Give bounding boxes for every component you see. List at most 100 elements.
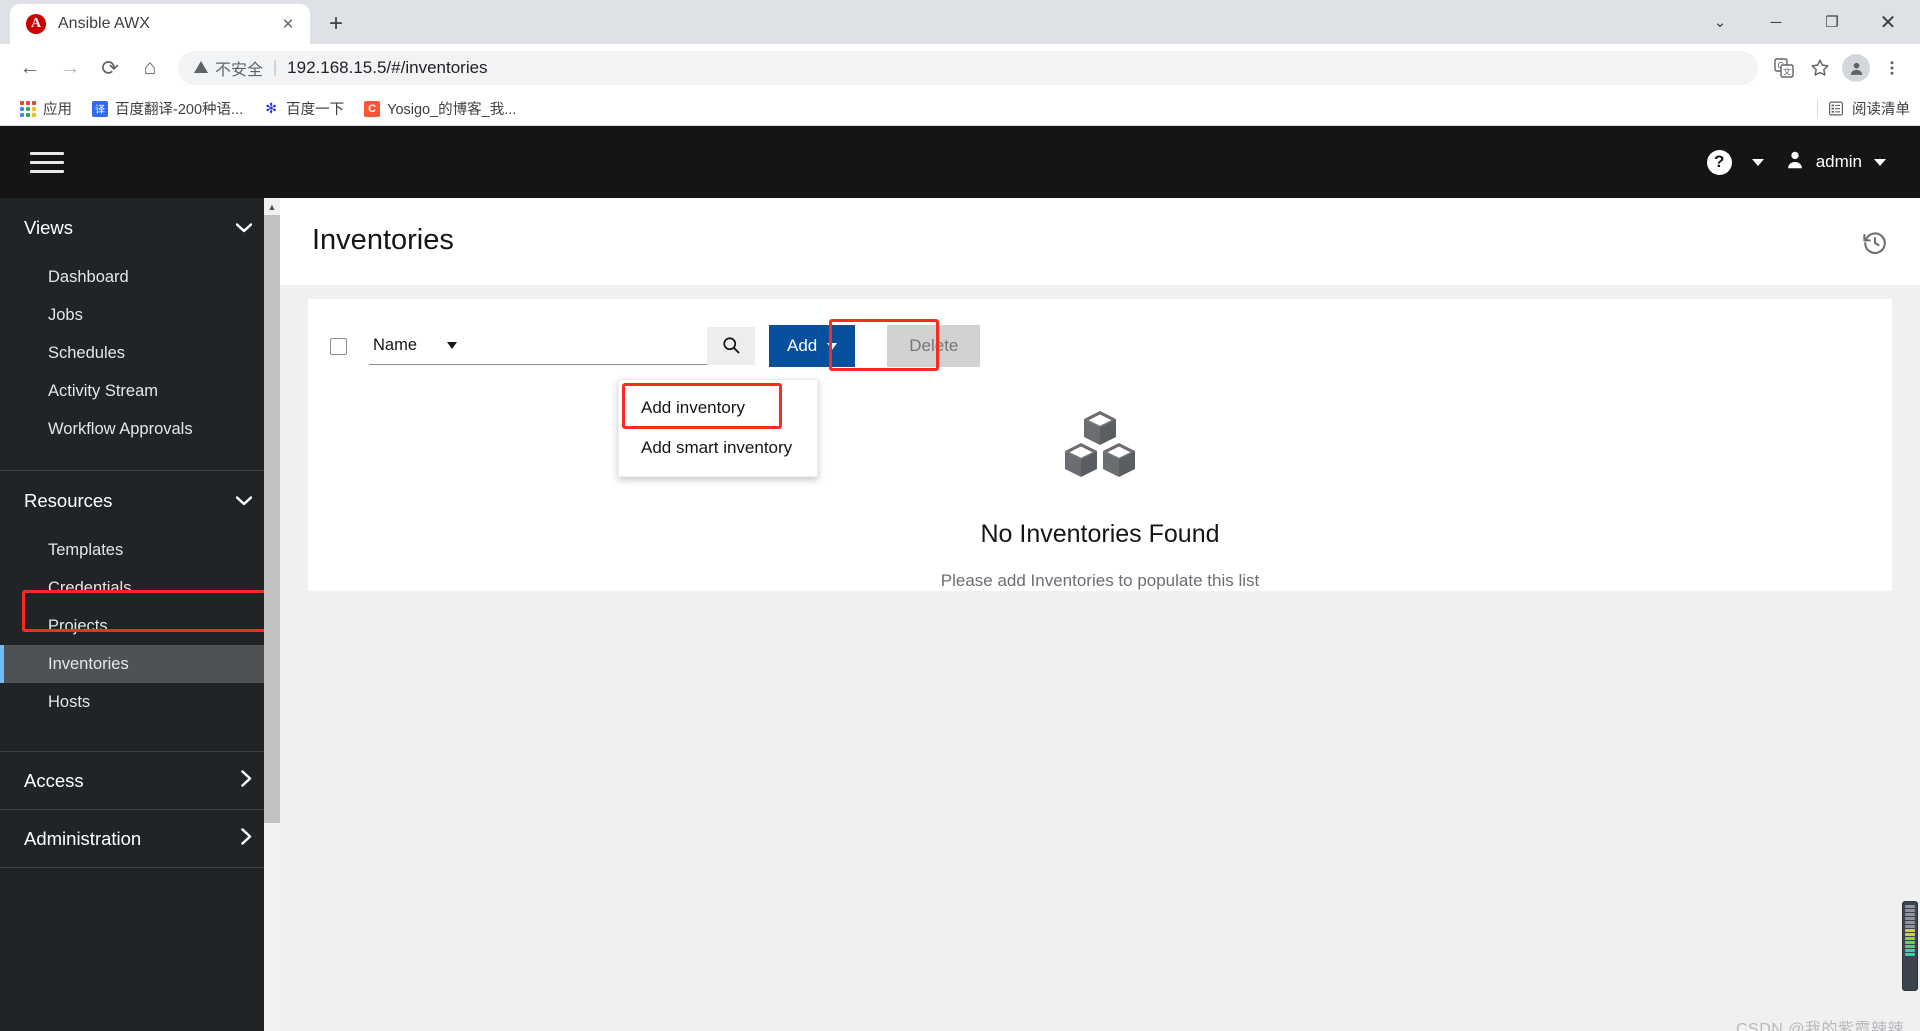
sidebar: Views Dashboard Jobs Schedules Activity … (0, 198, 280, 1031)
tab-title: Ansible AWX (58, 15, 150, 32)
empty-state-title: No Inventories Found (980, 520, 1220, 548)
divider (0, 867, 280, 868)
page-header: Inventories (280, 198, 1920, 285)
bookmarks-bar: 应用 译 百度翻译-200种语... ✻ 百度一下 C Yosigo_的博客_我… (0, 92, 1920, 126)
chrome-menu-icon[interactable] (1874, 50, 1910, 86)
sidebar-item-activity-stream[interactable]: Activity Stream (0, 372, 280, 410)
sidebar-item-projects[interactable]: Projects (0, 607, 280, 645)
sidebar-item-hosts[interactable]: Hosts (0, 683, 280, 721)
sidebar-item-label: Hosts (48, 692, 91, 711)
sidebar-group-administration[interactable]: Administration (0, 809, 280, 867)
reading-list-icon[interactable] (1828, 101, 1844, 117)
chevron-down-icon (235, 493, 253, 510)
chevron-right-icon (241, 827, 252, 850)
delete-button[interactable]: Delete (887, 325, 981, 367)
address-bar[interactable]: 不安全 | 192.168.15.5/#/inventories (178, 51, 1758, 85)
sidebar-item-inventories[interactable]: Inventories (0, 645, 280, 683)
activity-history-icon[interactable] (1862, 230, 1888, 261)
menu-item-add-inventory[interactable]: Add inventory (619, 388, 817, 428)
sidebar-item-jobs[interactable]: Jobs (0, 296, 280, 334)
translate-icon[interactable]: G 文 (1766, 50, 1802, 86)
app-header: ? admin (0, 126, 1920, 198)
close-icon[interactable]: × (276, 12, 300, 36)
forward-icon[interactable]: → (50, 48, 90, 88)
divider (1817, 98, 1818, 119)
scrollbar-thumb[interactable] (264, 215, 280, 823)
add-button[interactable]: Add (769, 325, 856, 367)
warning-triangle-icon (194, 61, 208, 73)
empty-state-subtitle: Please add Inventories to populate this … (940, 571, 1260, 590)
sidebar-item-templates[interactable]: Templates (0, 531, 280, 569)
bookmark-label: 百度翻译-200种语... (115, 102, 244, 118)
bookmark-baidu-translate[interactable]: 译 百度翻译-200种语... (82, 95, 253, 123)
baidu-paw-icon: ✻ (265, 100, 277, 116)
help-dropdown-toggle[interactable] (1744, 138, 1772, 186)
new-tab-button[interactable]: + (318, 6, 354, 42)
sidebar-item-label: Workflow Approvals (48, 419, 193, 438)
sidebar-item-schedules[interactable]: Schedules (0, 334, 280, 372)
window-close-icon[interactable]: ✕ (1860, 0, 1916, 44)
select-all-checkbox[interactable] (330, 337, 347, 355)
bookmarks-bar-right: 阅读清单 (1807, 98, 1910, 119)
sidebar-item-label: Inventories (48, 654, 129, 673)
user-menu[interactable]: admin (1776, 138, 1894, 186)
not-secure-indicator[interactable]: 不安全 (194, 56, 263, 80)
bookmark-csdn-blog[interactable]: C Yosigo_的博客_我... (354, 95, 526, 123)
profile-avatar-icon[interactable] (1838, 50, 1874, 86)
baidu-translate-icon: 译 (92, 100, 108, 117)
bookmark-star-icon[interactable] (1802, 50, 1838, 86)
help-button[interactable]: ? (1699, 138, 1740, 186)
sidebar-group-label: Views (24, 217, 74, 238)
bookmark-baidu[interactable]: ✻ 百度一下 (253, 95, 354, 123)
sidebar-item-label: Projects (48, 616, 108, 635)
page-title: Inventories (312, 224, 454, 256)
csdn-watermark: CSDN @我的紫霞辣辣 (1735, 1021, 1904, 1031)
sidebar-item-workflow-approvals[interactable]: Workflow Approvals (0, 410, 280, 448)
omnibox-separator: | (273, 59, 278, 76)
sidebar-scrollbar[interactable]: ▲ ▼ (264, 198, 280, 1031)
reading-list-label[interactable]: 阅读清单 (1852, 98, 1910, 119)
apps-grid-icon (20, 100, 36, 117)
sidebar-group-label: Access (24, 769, 84, 791)
search-button[interactable] (707, 327, 755, 365)
sidebar-group-views[interactable]: Views (0, 198, 280, 258)
user-name-label: admin (1815, 152, 1862, 171)
bookmark-label: Yosigo_的博客_我... (387, 102, 517, 118)
sidebar-item-label: Credentials (48, 578, 132, 597)
chevron-right-icon (241, 769, 252, 792)
browser-tab[interactable]: A Ansible AWX × (10, 4, 310, 44)
bookmark-apps[interactable]: 应用 (10, 95, 82, 123)
search-input[interactable] (467, 327, 707, 365)
csdn-icon: C (364, 100, 381, 117)
scroll-up-arrow-icon[interactable]: ▲ (264, 198, 280, 215)
menu-item-add-smart-inventory[interactable]: Add smart inventory (619, 428, 817, 468)
main-content: Inventories Name Add Delete Add inventor… (280, 198, 1920, 1031)
sidebar-item-credentials[interactable]: Credentials (0, 569, 280, 607)
chevron-down-icon (235, 220, 253, 237)
sidebar-group-resources[interactable]: Resources (0, 471, 280, 531)
cubes-icon (1061, 409, 1139, 490)
sidebar-group-access[interactable]: Access (0, 751, 280, 809)
sidebar-item-label: Dashboard (48, 267, 129, 286)
sidebar-item-dashboard[interactable]: Dashboard (0, 258, 280, 296)
expand-icon[interactable]: ⌄ (1692, 0, 1748, 44)
nav-toggle-icon[interactable] (30, 151, 64, 173)
add-button-label: Add (787, 336, 818, 355)
help-circle-icon: ? (1706, 149, 1732, 175)
list-toolbar: Name Add Delete (308, 299, 1892, 371)
edge-gauge-widget[interactable] (1902, 901, 1918, 991)
reload-icon[interactable]: ⟳ (90, 48, 130, 88)
browser-chrome: A Ansible AWX × + ⌄ ─ ❐ ✕ ← → ⟳ ⌂ 不安全 | … (0, 0, 1920, 126)
filter-field-label: Name (373, 336, 418, 354)
sidebar-group-label: Administration (24, 827, 142, 849)
minimize-icon[interactable]: ─ (1748, 0, 1804, 44)
filter-field-select[interactable]: Name (369, 327, 467, 365)
page-header-actions (1862, 224, 1888, 261)
sidebar-item-label: Jobs (48, 305, 83, 324)
home-icon[interactable]: ⌂ (130, 48, 170, 88)
search-icon (721, 335, 741, 358)
back-icon[interactable]: ← (10, 48, 50, 88)
maximize-icon[interactable]: ❐ (1804, 0, 1860, 44)
not-secure-label: 不安全 (215, 62, 264, 79)
sidebar-group-label: Resources (24, 490, 113, 511)
